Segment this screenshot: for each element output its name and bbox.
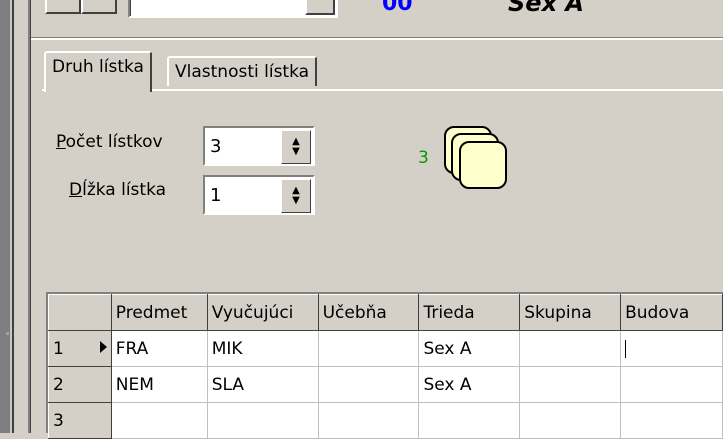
column-header-budova[interactable]: Budova <box>620 294 723 331</box>
nav-first-button[interactable] <box>45 0 81 14</box>
cell-predmet[interactable]: FRA <box>111 330 208 367</box>
nav-prev-button[interactable] <box>81 0 117 14</box>
stacked-cards-icon <box>444 126 507 189</box>
column-header-trieda[interactable]: Trieda <box>418 294 521 331</box>
row-header[interactable]: 1 <box>48 330 112 367</box>
window-edge-marker <box>6 332 9 335</box>
cell-vyucujuci[interactable]: MIK <box>207 330 319 367</box>
table-row[interactable]: 1 FRA MIK Sex A <box>48 330 723 367</box>
lessons-grid[interactable]: Predmet Vyučujúci Učebňa Trieda Skupina … <box>46 292 723 439</box>
cell-trieda[interactable]: Sex A <box>418 366 521 403</box>
table-row[interactable]: 2 NEM SLA Sex A <box>48 366 723 403</box>
length-stepper-value: 1 <box>210 185 222 206</box>
cell-budova[interactable] <box>620 366 723 403</box>
column-header-vyucujuci[interactable]: Vyučujúci <box>206 294 319 331</box>
row-header[interactable]: 3 <box>48 402 112 439</box>
tab-vlastnosti-listka[interactable]: Vlastnosti lístka <box>167 56 318 86</box>
cell-predmet[interactable]: NEM <box>111 366 208 403</box>
top-counter-text: 00 <box>382 0 413 16</box>
cell-ucebna[interactable] <box>318 402 420 439</box>
tab-label: Druh lístka <box>52 57 144 77</box>
corner-header <box>48 294 112 331</box>
top-combo-dropdown-button[interactable] <box>305 0 335 15</box>
length-stepper[interactable]: 1 ▲ ▼ <box>203 175 315 215</box>
cell-budova[interactable] <box>620 402 723 439</box>
text-caret <box>625 339 627 358</box>
column-header-skupina[interactable]: Skupina <box>519 294 622 331</box>
top-class-label: Sex A <box>508 0 584 17</box>
arrow-down-icon[interactable]: ▼ <box>292 196 300 206</box>
cell-skupina[interactable] <box>519 330 622 367</box>
count-stepper-value: 3 <box>210 136 222 157</box>
count-stepper[interactable]: 3 ▲ ▼ <box>203 126 315 166</box>
cell-predmet[interactable] <box>111 402 208 439</box>
panel-top-edge <box>31 38 723 40</box>
count-label: Počet lístkov <box>56 132 163 152</box>
table-row[interactable]: 3 <box>48 402 723 439</box>
top-combo-input[interactable] <box>128 0 338 18</box>
lessons-table: Predmet Vyučujúci Učebňa Trieda Skupina … <box>48 294 723 439</box>
cell-budova-editing[interactable] <box>620 330 723 367</box>
cell-skupina[interactable] <box>519 402 622 439</box>
column-header-ucebna[interactable]: Učebňa <box>317 294 420 331</box>
length-label: Dĺžka lístka <box>69 180 167 200</box>
column-header-predmet[interactable]: Predmet <box>110 294 208 331</box>
window-left-border <box>0 0 14 433</box>
current-row-indicator-icon <box>99 340 107 353</box>
panel-left-edge-dark <box>30 0 31 433</box>
tab-label: Vlastnosti lístka <box>175 62 310 82</box>
cards-count: 3 <box>418 148 429 168</box>
header-row: Predmet Vyučujúci Učebňa Trieda Skupina … <box>48 294 723 331</box>
arrow-down-icon[interactable]: ▼ <box>292 147 300 157</box>
cell-trieda[interactable] <box>418 402 521 439</box>
cell-vyucujuci[interactable] <box>207 402 319 439</box>
row-header[interactable]: 2 <box>48 366 112 403</box>
cell-trieda[interactable]: Sex A <box>418 330 521 367</box>
count-stepper-arrows[interactable]: ▲ ▼ <box>281 130 311 164</box>
tab-druh-listka[interactable]: Druh lístka <box>44 51 152 92</box>
cell-ucebna[interactable] <box>318 366 420 403</box>
cell-ucebna[interactable] <box>318 330 420 367</box>
cell-vyucujuci[interactable]: SLA <box>207 366 319 403</box>
length-stepper-arrows[interactable]: ▲ ▼ <box>281 179 311 213</box>
cell-skupina[interactable] <box>519 366 622 403</box>
